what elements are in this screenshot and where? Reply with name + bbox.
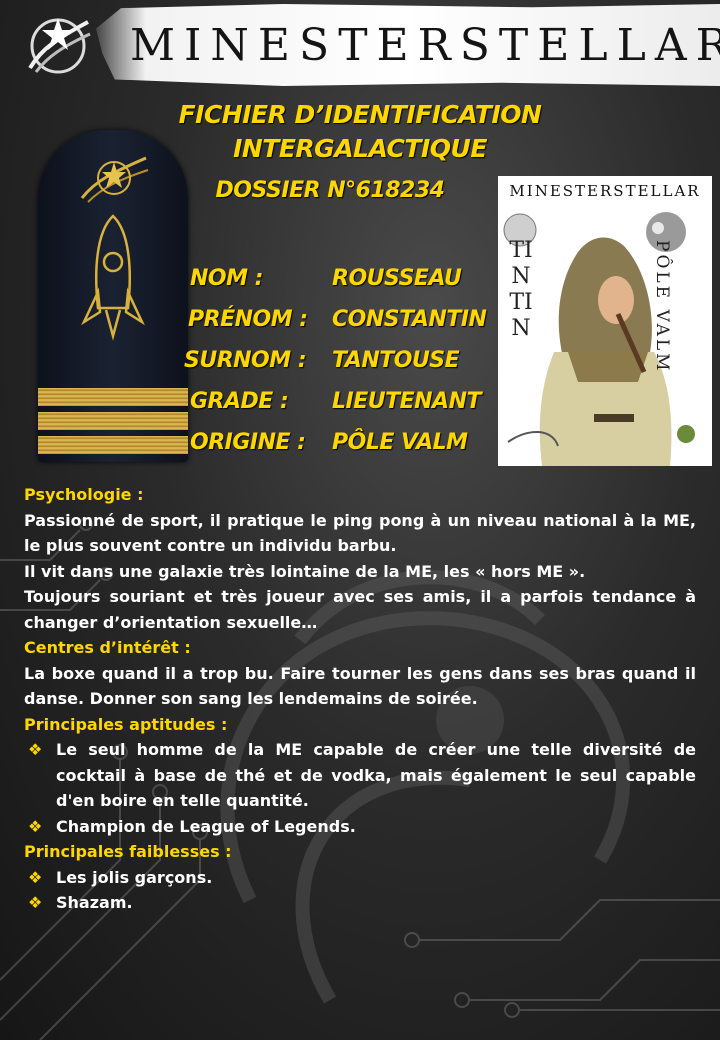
identity-value: CONSTANTIN [332,307,487,332]
identity-value: ROUSSEAU [332,266,462,291]
rank-stripe [38,412,188,430]
psychologie-paragraph: Il vit dans une galaxie très lointaine d… [24,561,586,581]
diamond-bullet-icon: ❖ [28,893,43,912]
list-item: ❖ Shazam. [24,890,696,916]
identity-key: GRADE : [190,389,289,414]
list-item: ❖ Champion de League of Legends. [24,814,696,840]
section-title-aptitudes: Principales aptitudes : [24,714,228,734]
star-comet-emblem-icon [80,156,149,203]
list-item: ❖ Le seul homme de la ME capable de crée… [24,737,696,814]
poster-right-text: PÔLE VALM [652,240,672,374]
list-item: ❖ Les jolis garçons. [24,865,696,891]
identity-row-prenom: PRÉNOM : CONSTANTIN [180,307,500,348]
header-banner: MINESTERSTELLAR [0,0,720,92]
dossier-number: DOSSIER N°618234 [215,178,445,203]
identity-value: LIEUTENANT [332,389,482,414]
epaulette-insignia [38,130,188,462]
identity-row-grade: GRADE : LIEUTENANT [180,389,500,430]
faiblesse-text: Les jolis garçons. [56,867,213,887]
identity-key: SURNOM : [184,348,307,373]
identity-key: PRÉNOM : [188,307,308,332]
diamond-bullet-icon: ❖ [28,740,43,759]
file-title-line1: FICHIER D’IDENTIFICATION [178,100,542,129]
identity-row-nom: NOM : ROUSSEAU [180,266,500,307]
section-title-interets: Centres d’intérêt : [24,638,191,657]
identity-value: TANTOUSE [332,348,460,373]
interets-paragraph: La boxe quand il a trop bu. Faire tourne… [24,663,696,709]
faiblesse-text: Shazam. [56,893,133,912]
profile-body: Psychologie : Passionné de sport, il pra… [24,482,696,916]
identity-value: PÔLE VALM [332,430,468,455]
diamond-bullet-icon: ❖ [28,816,43,836]
identity-table: NOM : ROUSSEAU PRÉNOM : CONSTANTIN SURNO… [180,266,500,471]
poster-brand: MINESTERSTELLAR [509,182,701,200]
character-poster: MINESTERSTELLAR TINTIN PÔLE VALM [498,176,712,466]
identity-key: ORIGINE : [190,430,306,455]
diamond-bullet-icon: ❖ [28,867,43,887]
section-title-faiblesses: Principales faiblesses : [24,842,232,861]
identity-row-origine: ORIGINE : PÔLE VALM [180,430,500,471]
identity-key: NOM : [190,266,263,291]
section-title-psychologie: Psychologie : [24,485,144,504]
psychologie-paragraph: Passionné de sport, il pratique le ping … [24,510,696,556]
poster-left-text: TINTIN [509,238,533,341]
brand-title: MINESTERSTELLAR [130,20,720,71]
aptitude-text: Champion de League of Legends. [56,816,356,836]
rank-stripe [38,388,188,406]
rank-stripe [38,436,188,454]
identity-row-surnom: SURNOM : TANTOUSE [180,348,500,389]
aptitude-text: Le seul homme de la ME capable de créer … [56,740,696,810]
psychologie-paragraph: Toujours souriant et très joueur avec se… [24,587,696,632]
rocket-icon [81,214,145,341]
star-comet-logo-icon [28,18,91,74]
file-title-line2: INTERGALACTIQUE [233,134,487,163]
